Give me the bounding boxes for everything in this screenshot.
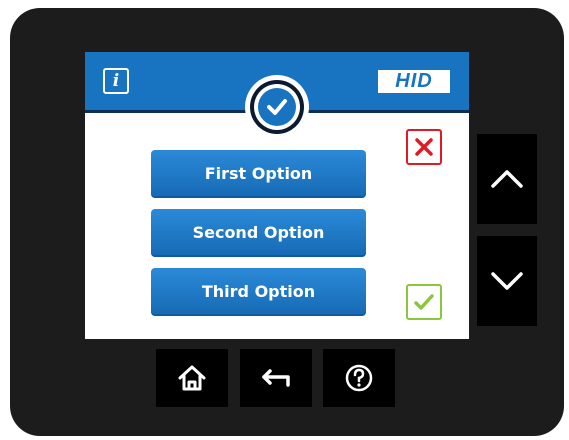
confirm-button[interactable] bbox=[406, 284, 442, 320]
back-arrow-icon bbox=[262, 369, 290, 387]
brand-logo: HID bbox=[378, 70, 450, 93]
check-circle-icon bbox=[258, 88, 296, 126]
home-button[interactable] bbox=[156, 349, 228, 407]
status-indicator bbox=[245, 75, 309, 139]
info-button[interactable]: i bbox=[103, 68, 129, 94]
scroll-down-button[interactable] bbox=[477, 236, 537, 326]
scroll-up-button[interactable] bbox=[477, 134, 537, 224]
first-option-button[interactable]: First Option bbox=[151, 150, 366, 198]
help-icon bbox=[345, 364, 373, 392]
check-icon bbox=[414, 294, 434, 310]
second-option-button[interactable]: Second Option bbox=[151, 209, 366, 257]
chevron-up-icon bbox=[491, 170, 523, 188]
touch-screen: i HID First Option Second Option Third O… bbox=[85, 52, 469, 339]
third-option-button[interactable]: Third Option bbox=[151, 268, 366, 316]
chevron-down-icon bbox=[491, 272, 523, 290]
back-button[interactable] bbox=[240, 349, 312, 407]
cancel-button[interactable] bbox=[406, 129, 442, 165]
close-icon bbox=[415, 138, 433, 156]
help-button[interactable] bbox=[323, 349, 395, 407]
home-icon bbox=[178, 365, 206, 391]
